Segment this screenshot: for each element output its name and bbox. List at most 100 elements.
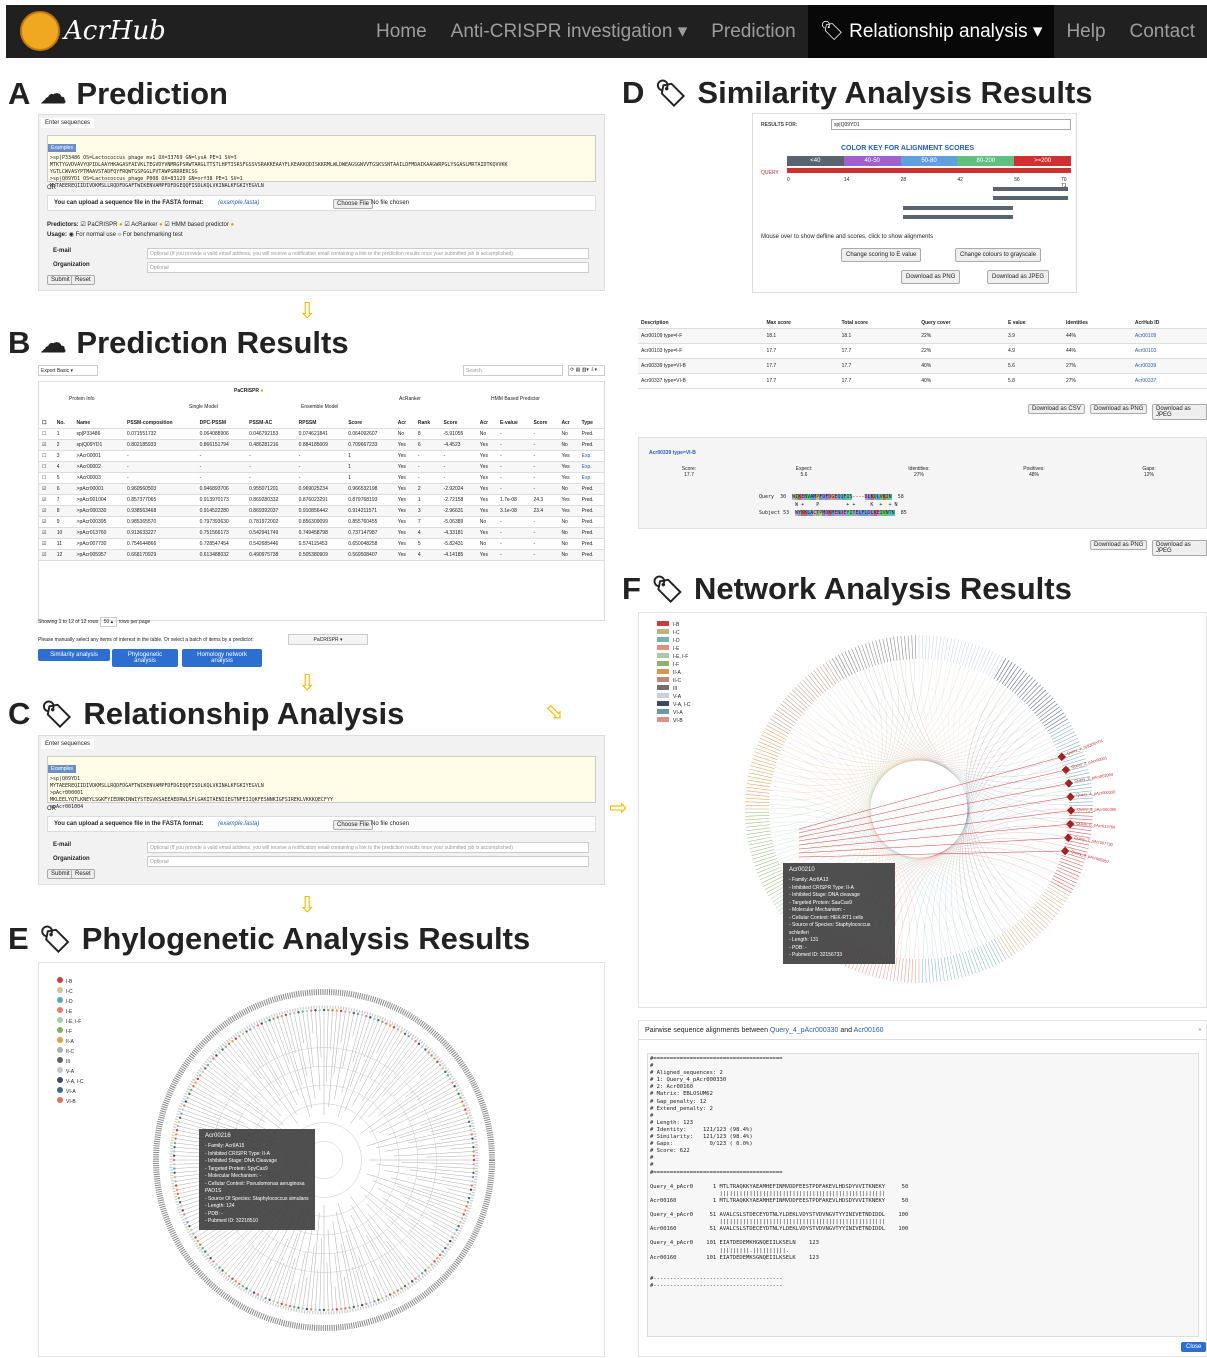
reset-button[interactable]: Reset (71, 869, 95, 879)
network-graph[interactable]: Query_1_sp|Q09YD1Query_2_pAcr00001 Query_… (639, 613, 1207, 1009)
pacrispr-checkbox[interactable]: ☑ PaCRISPR ● (80, 222, 122, 228)
close-button[interactable]: Close (1181, 1342, 1207, 1352)
table-row[interactable]: ☑ 10 >pAcr013760 0.913633227 0.751566173 0.54… (39, 527, 604, 539)
enter-sequences-tab[interactable]: Enter sequences (41, 118, 95, 128)
examples-button[interactable]: Examples (48, 144, 76, 152)
organization-field[interactable]: Optional (147, 262, 589, 273)
table-row[interactable]: ☑ 8 >pAcr000330 0.938563468 0.914522280 0.869… (39, 505, 604, 517)
table-cell[interactable]: Acr00339 (1131, 358, 1207, 374)
table-cell[interactable]: Acr00103 (1131, 343, 1207, 359)
email-field[interactable]: Optional (If you provide a valid email a… (147, 248, 589, 259)
export-select[interactable]: Export Basic ▾ (38, 365, 98, 376)
column-header[interactable]: Rank (414, 418, 441, 429)
hit-bar[interactable] (993, 187, 1068, 191)
example-fasta-link[interactable]: (example.fasta) (218, 200, 259, 206)
examples-button[interactable]: Examples (48, 765, 76, 773)
column-header[interactable]: Acr (476, 418, 497, 429)
example-fasta-link[interactable]: (example.fasta) (218, 821, 259, 827)
column-header[interactable]: Type (578, 418, 604, 429)
row-checkbox[interactable]: ☑ (39, 516, 54, 528)
download-png-button[interactable]: Download as PNG (1090, 540, 1148, 550)
nav-item[interactable]: Help (1054, 5, 1117, 58)
table-row[interactable]: Acr00109 type=I-F 18.1 18.1 22% 3.9 44% Acr001… (638, 328, 1207, 344)
row-checkbox[interactable]: ☑ (39, 494, 54, 506)
predictor-select[interactable]: PaCRISPR ▾ (288, 634, 368, 645)
column-header[interactable]: E-value (496, 418, 531, 429)
column-header[interactable]: Max score (763, 318, 839, 329)
hit-bar[interactable] (903, 215, 1013, 219)
nav-item[interactable]: Home (364, 5, 439, 58)
subject-link[interactable]: Acr00160 (854, 1027, 884, 1034)
choose-file-button[interactable]: Choose File (333, 199, 374, 209)
row-checkbox[interactable]: ☐ (39, 428, 54, 440)
column-header[interactable]: Score (345, 418, 395, 429)
table-row[interactable]: ☑ 11 >pAcr007730 0.754644866 0.728547454 0.54… (39, 538, 604, 550)
row-checkbox[interactable]: ☑ (39, 538, 54, 550)
column-header[interactable]: E value (1004, 318, 1063, 329)
nav-item[interactable]: 🏷 Relationship analysis ▾ (807, 5, 1055, 58)
sequence-textarea[interactable]: Examples >sp|Q09YD1 MYTAEEREQIIDIVDKMSLL… (47, 756, 596, 810)
enter-sequences-tab[interactable]: Enter sequences (41, 739, 95, 749)
table-row[interactable]: ☑ 7 >pAcr001004 0.857377065 0.913970173 0.869… (39, 494, 604, 506)
phylo-tree[interactable] (39, 963, 606, 1358)
column-header[interactable]: PSSM-composition (124, 418, 197, 429)
normal-use-radio[interactable]: ◉ For normal use (69, 232, 116, 238)
nav-item[interactable]: Prediction (699, 5, 808, 58)
table-row[interactable]: ☑ 12 >pAcr005957 0.668170929 0.613488032 0.49… (39, 549, 604, 561)
download-jpeg-button[interactable]: Download as JPEG (1152, 404, 1207, 420)
close-icon[interactable]: × (1198, 1027, 1202, 1034)
download-jpeg-button[interactable]: Download as JPEG (1152, 540, 1207, 556)
acranker-checkbox[interactable]: ☑ AcRanker ● (124, 222, 162, 228)
submit-button[interactable]: Submit (47, 869, 74, 879)
column-header[interactable]: Description (638, 318, 764, 329)
hmm-checkbox[interactable]: ☑ HMM based predictor ● (164, 222, 234, 228)
search-input[interactable]: Search (463, 365, 563, 376)
hit-bar[interactable] (993, 196, 1068, 200)
results-for-select[interactable]: sp|Q09YD1 (831, 119, 1071, 130)
hit-bar[interactable] (903, 206, 1013, 210)
table-row[interactable]: ☐ 5 >Acr00003- - - -1 Yes - - Yes - - Yes Exp. (39, 472, 604, 484)
table-toolbar[interactable]: ⟳ ▤ ▥▾ ⇩▾ (568, 365, 605, 376)
table-row[interactable]: ☑ 6 >pAcr00001 0.960560503 0.946893706 0.9550… (39, 483, 604, 495)
select-all-checkbox[interactable]: ☐ (39, 418, 54, 429)
column-header[interactable]: Score (530, 418, 559, 429)
column-header[interactable]: Identities (1062, 318, 1132, 329)
table-row[interactable]: ☐ 1 sp|P33486 0.071551732 0.064088906 0.04679… (39, 428, 604, 440)
download-jpeg-button[interactable]: Download as JPEG (987, 270, 1050, 284)
table-cell[interactable]: Acr00109 (1131, 328, 1207, 344)
download-png-button[interactable]: Download as PNG (1090, 404, 1148, 414)
row-checkbox[interactable]: ☑ (39, 527, 54, 539)
download-png-button[interactable]: Download as PNG (901, 270, 961, 284)
row-checkbox[interactable]: ☑ (39, 439, 54, 451)
column-header[interactable]: DPC-PSSM (196, 418, 247, 429)
table-row[interactable]: ☑ 2 sp|Q09YD1 0.802185933 0.866151794 0.48628… (39, 439, 604, 451)
row-checkbox[interactable]: ☐ (39, 472, 54, 484)
logo-text[interactable]: AcrHub (64, 16, 166, 46)
alignment-title[interactable]: Acr00339 type=VI-B (649, 450, 696, 456)
column-header[interactable]: Query cover (918, 318, 1005, 329)
homology-network-analysis-button[interactable]: Homology network analysis (182, 649, 262, 667)
grayscale-button[interactable]: Change colours to grayscale (955, 248, 1042, 262)
column-header[interactable]: Acr (558, 418, 579, 429)
row-checkbox[interactable]: ☐ (39, 450, 54, 462)
table-cell[interactable]: Acr00337 (1131, 373, 1207, 389)
benchmark-radio[interactable]: ○ For benchmarking test (118, 232, 183, 238)
row-checkbox[interactable]: ☑ (39, 549, 54, 561)
query-link[interactable]: Query_4_pAcr000330 (770, 1027, 839, 1034)
row-checkbox[interactable]: ☑ (39, 483, 54, 495)
column-header[interactable]: Name (73, 418, 125, 429)
table-row[interactable]: ☐ 3 >Acr00001- - - -1 Yes - - Yes - - Yes Exp. (39, 450, 604, 462)
per-page-select[interactable]: 50 ▴ (99, 617, 118, 627)
submit-button[interactable]: Submit (47, 275, 74, 285)
column-header[interactable]: AcrHub ID (1131, 318, 1207, 329)
change-scoring-button[interactable]: Change scoring to E value (841, 248, 922, 262)
column-header[interactable]: No. (53, 418, 74, 429)
column-header[interactable]: Score (440, 418, 477, 429)
organization-field[interactable]: Optional (147, 856, 589, 867)
row-checkbox[interactable]: ☑ (39, 505, 54, 517)
table-row[interactable]: Acr00103 type=I-F 17.7 17.7 22% 4.9 44% Acr001… (638, 343, 1207, 359)
acrhub-logo-icon[interactable] (20, 11, 60, 51)
choose-file-button[interactable]: Choose File (333, 820, 374, 830)
nav-item[interactable]: Contact (1118, 5, 1207, 58)
table-row[interactable]: ☑ 9 >pAcr000395 0.985365570 0.797393630 0.781… (39, 516, 604, 528)
